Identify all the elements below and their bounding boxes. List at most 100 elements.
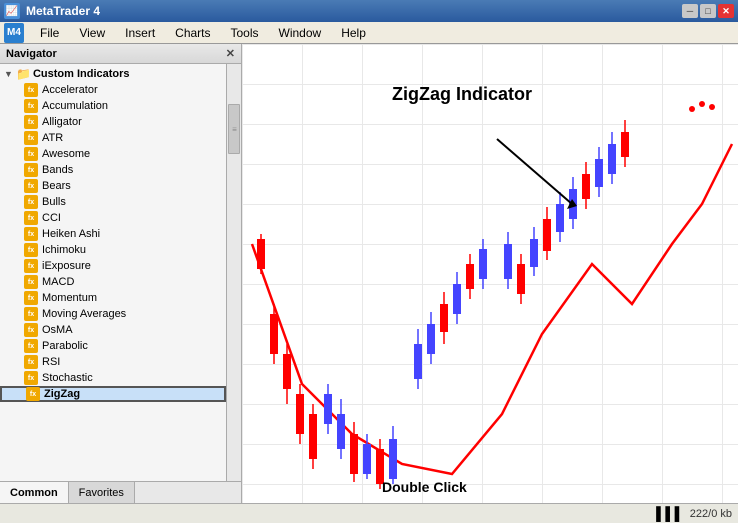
status-bars-icon: ▌▌▌ [656,506,684,521]
list-item[interactable]: fx Alligator [0,114,226,130]
list-item[interactable]: fx Accumulation [0,98,226,114]
indicator-icon: fx [24,115,38,129]
list-item[interactable]: fx Bears [0,178,226,194]
expand-icon: ▼ [4,69,14,79]
indicator-label: Parabolic [42,340,88,352]
app-logo: M4 [4,23,24,43]
list-item[interactable]: fx Parabolic [0,338,226,354]
navigator-close-button[interactable]: ✕ [226,47,235,60]
indicator-label: Bands [42,164,73,176]
status-bar: ▌▌▌ 222/0 kb [0,503,738,523]
indicator-icon: fx [24,259,38,273]
indicator-label: Momentum [42,292,97,304]
indicator-label: Accumulation [42,100,108,112]
menu-help[interactable]: Help [333,24,374,42]
minimize-button[interactable]: ─ [682,4,698,18]
indicator-icon: fx [24,83,38,97]
indicator-label: RSI [42,356,60,368]
indicator-icon: fx [24,243,38,257]
indicator-icon: fx [24,211,38,225]
title-bar-left: 📈 MetaTrader 4 [4,3,100,19]
list-item[interactable]: fx RSI [0,354,226,370]
indicator-label: iExposure [42,260,91,272]
menu-tools[interactable]: Tools [223,24,267,42]
root-label: Custom Indicators [33,68,130,80]
list-item[interactable]: fx Stochastic [0,370,226,386]
chart-area[interactable]: ZigZag Indicator Double Click [242,44,738,503]
nav-scrollbar[interactable]: ≡ [226,64,241,481]
chart-annotation: ZigZag Indicator [392,84,532,105]
menu-insert[interactable]: Insert [117,24,163,42]
menu-view[interactable]: View [71,24,113,42]
indicator-icon: fx [24,179,38,193]
main-content: Navigator ✕ ▼ 📁 Custom Indicators fx Acc… [0,44,738,503]
indicator-label: Alligator [42,116,82,128]
menu-bar: M4 File View Insert Charts Tools Window … [0,22,738,44]
indicator-icon: fx [24,291,38,305]
navigator-tabs: Common Favorites [0,481,241,503]
indicator-icon: fx [24,227,38,241]
zigzag-label: ZigZag Indicator [392,84,532,105]
indicator-icon: fx [24,371,38,385]
tab-favorites[interactable]: Favorites [69,482,135,503]
indicator-icon: fx [24,355,38,369]
indicator-label: Heiken Ashi [42,228,100,240]
indicator-icon: fx [24,323,38,337]
list-item[interactable]: fx Heiken Ashi [0,226,226,242]
menu-charts[interactable]: Charts [167,24,218,42]
menu-file[interactable]: File [32,24,67,42]
list-item[interactable]: fx Accelerator [0,82,226,98]
tab-common-label: Common [10,487,58,499]
list-item[interactable]: fx Bands [0,162,226,178]
title-bar-controls: ─ □ ✕ [682,4,734,18]
tab-common[interactable]: Common [0,482,69,503]
menu-window[interactable]: Window [271,24,330,42]
navigator-title: Navigator [6,48,57,60]
indicator-icon: fx [24,195,38,209]
indicator-label: Accelerator [42,84,98,96]
list-item[interactable]: fx Bulls [0,194,226,210]
list-item[interactable]: fx ATR [0,130,226,146]
nav-scrollbar-thumb[interactable]: ≡ [228,104,240,154]
list-item[interactable]: fx OsMA [0,322,226,338]
indicator-label: Awesome [42,148,90,160]
indicator-icon: fx [24,131,38,145]
list-item[interactable]: fx Moving Averages [0,306,226,322]
tree-root-custom-indicators[interactable]: ▼ 📁 Custom Indicators [0,66,226,82]
indicator-label: Bulls [42,196,66,208]
indicator-label: Moving Averages [42,308,126,320]
indicator-icon: fx [24,163,38,177]
tab-favorites-label: Favorites [79,487,124,499]
indicator-label: Stochastic [42,372,93,384]
double-click-label: Double Click [382,479,467,495]
folder-icon: 📁 [16,67,31,81]
list-item[interactable]: fx iExposure [0,258,226,274]
chart-svg [242,44,738,503]
indicator-icon: fx [24,99,38,113]
list-item[interactable]: fx Awesome [0,146,226,162]
indicator-label: OsMA [42,324,73,336]
indicator-label: ATR [42,132,63,144]
navigator-tree[interactable]: ▼ 📁 Custom Indicators fx Accelerator fx … [0,64,241,481]
navigator-header: Navigator ✕ [0,44,241,64]
memory-label: 222/0 kb [690,508,732,520]
list-item[interactable]: fx Momentum [0,290,226,306]
list-item[interactable]: fx CCI [0,210,226,226]
title-bar-text: MetaTrader 4 [26,4,100,18]
indicator-label-zigzag: ZigZag [44,388,80,400]
indicator-label: MACD [42,276,74,288]
indicator-icon: fx [24,147,38,161]
maximize-button[interactable]: □ [700,4,716,18]
indicator-icon: fx [26,387,40,401]
indicator-icon: fx [24,275,38,289]
list-item[interactable]: fx Ichimoku [0,242,226,258]
title-bar: 📈 MetaTrader 4 ─ □ ✕ [0,0,738,22]
list-item-zigzag[interactable]: fx ZigZag [0,386,226,402]
navigator-panel: Navigator ✕ ▼ 📁 Custom Indicators fx Acc… [0,44,242,503]
list-item[interactable]: fx MACD [0,274,226,290]
indicator-label: Bears [42,180,71,192]
indicator-label: Ichimoku [42,244,86,256]
close-button[interactable]: ✕ [718,4,734,18]
indicator-label: CCI [42,212,61,224]
indicator-icon: fx [24,307,38,321]
